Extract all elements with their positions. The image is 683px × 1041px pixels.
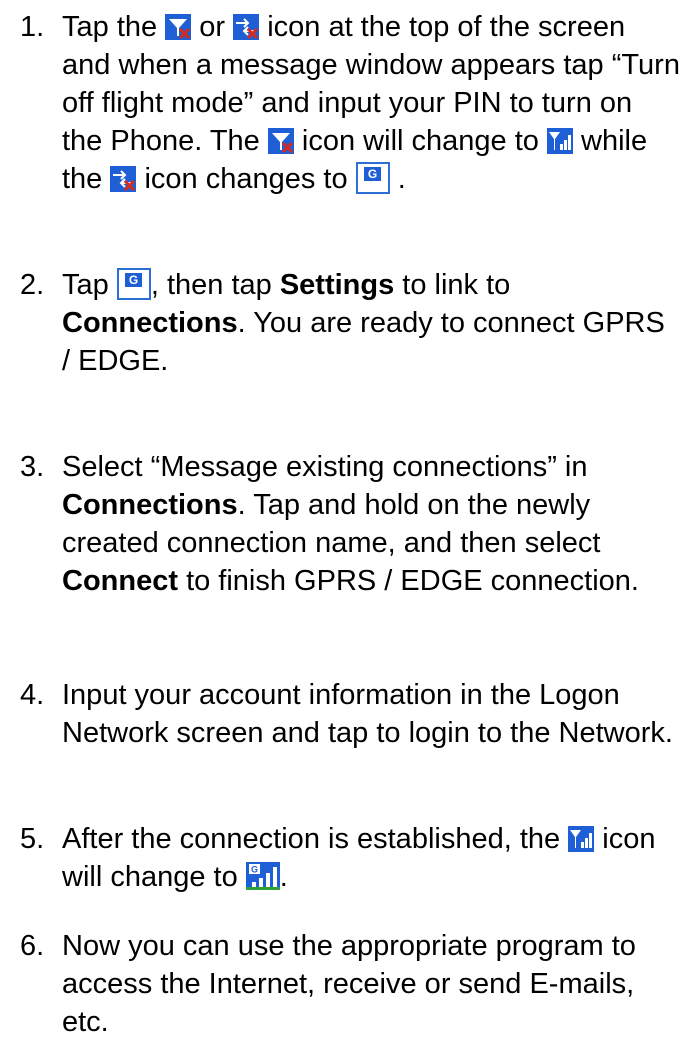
data-off-icon — [110, 166, 137, 192]
text-segment: Now you can use the appropriate program … — [62, 930, 636, 1038]
connect-label: Connect — [62, 565, 178, 597]
signal-icon — [546, 128, 573, 154]
gprs-icon: G — [355, 162, 390, 194]
step-6: 6. Now you can use the appropriate progr… — [20, 927, 680, 1041]
data-off-icon — [233, 14, 260, 40]
signal-icon — [568, 826, 595, 852]
step-1: 1. Tap the or icon at the top of the scr… — [20, 8, 680, 198]
text-segment: , then tap — [150, 269, 272, 301]
svg-text:G: G — [251, 865, 258, 875]
step-4: 4. Input your account information in the… — [20, 676, 680, 752]
step-number: 4. — [20, 679, 45, 711]
text-segment: icon will change to — [301, 125, 539, 157]
step-text: Tap the or icon at the top of the screen… — [62, 8, 680, 198]
text-segment: After the connection is established, the — [62, 823, 561, 855]
phone-off-icon — [267, 128, 294, 154]
text-segment: Input your account information in the Lo… — [62, 679, 673, 749]
svg-text:G: G — [368, 167, 377, 181]
step-number: 3. — [20, 451, 45, 483]
step-2: 2. Tap G , then tap Settings to link to … — [20, 266, 680, 380]
connections-label: Connections — [62, 307, 238, 339]
text-segment: to finish GPRS / EDGE connection. — [186, 565, 639, 597]
connections-label: Connections — [62, 489, 238, 521]
step-5: 5. After the connection is established, … — [20, 820, 680, 896]
settings-label: Settings — [279, 269, 395, 301]
step-number: 5. — [20, 823, 45, 855]
svg-text:G: G — [129, 273, 138, 287]
step-text: Now you can use the appropriate program … — [62, 927, 680, 1041]
text-segment: . — [397, 163, 406, 195]
text-segment: to link to — [402, 269, 511, 301]
gprs-icon: G — [116, 268, 151, 300]
text-segment: icon changes to — [144, 163, 348, 195]
step-number: 2. — [20, 269, 45, 301]
step-text: Tap G , then tap Settings to link to Con… — [62, 266, 680, 380]
text-segment: . — [279, 861, 288, 893]
phone-off-icon — [165, 14, 192, 40]
gprs-signal-icon: G — [245, 862, 280, 890]
step-number: 6. — [20, 930, 45, 962]
step-text: Select “Message existing connections” in… — [62, 448, 680, 600]
text-segment: Tap — [62, 269, 109, 301]
text-segment: Tap the — [62, 11, 158, 43]
step-text: After the connection is established, the… — [62, 820, 680, 896]
step-text: Input your account information in the Lo… — [62, 676, 680, 752]
step-3: 3. Select “Message existing connections”… — [20, 448, 680, 600]
text-segment: or — [199, 11, 226, 43]
text-segment: Select “Message existing connections” in — [62, 451, 588, 483]
step-number: 1. — [20, 11, 45, 43]
